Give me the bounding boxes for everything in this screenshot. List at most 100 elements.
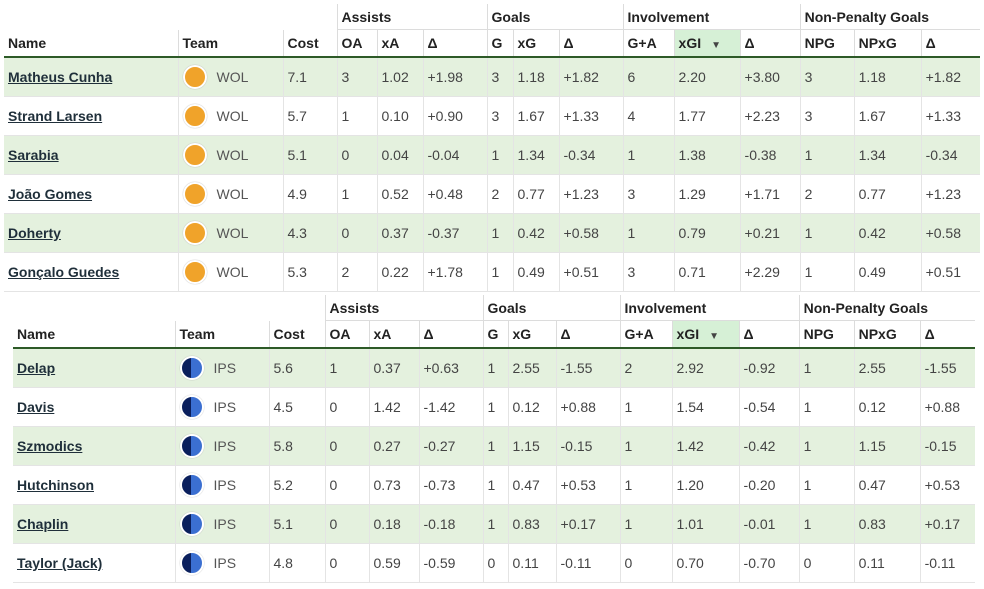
team-abbr: IPS bbox=[213, 360, 237, 376]
player-name-link[interactable]: Gonçalo Guedes bbox=[8, 264, 119, 280]
col-npxg[interactable]: NPxG bbox=[853, 29, 922, 58]
xgi-cell: 1.54 bbox=[671, 387, 740, 427]
team-abbr: IPS bbox=[213, 399, 237, 415]
npxg-cell: 1.34 bbox=[853, 135, 922, 175]
player-name-link[interactable]: Sarabia bbox=[8, 147, 59, 163]
xg-cell: 0.77 bbox=[512, 174, 560, 214]
group-involvement: Involvement bbox=[622, 4, 801, 30]
cost-cell: 5.6 bbox=[268, 348, 325, 388]
npxg-cell: 0.77 bbox=[853, 174, 922, 214]
col-involvement-delta[interactable]: Δ bbox=[738, 320, 800, 349]
col-xa[interactable]: xA bbox=[376, 29, 423, 58]
npg-delta-cell: +1.23 bbox=[920, 174, 981, 214]
player-name-cell: Taylor (Jack) bbox=[13, 543, 175, 583]
col-goals-delta[interactable]: Δ bbox=[555, 320, 621, 349]
g-cell: 1 bbox=[486, 213, 514, 253]
npg-cell: 1 bbox=[799, 135, 855, 175]
player-name-cell: João Gomes bbox=[4, 174, 178, 214]
xg-cell: 0.12 bbox=[507, 387, 557, 427]
col-xgi[interactable]: xGI ▼ bbox=[671, 320, 740, 349]
npg-delta-cell: +1.82 bbox=[920, 57, 981, 97]
col-ga[interactable]: G+A bbox=[619, 320, 673, 349]
table-row: João Gomes WOL 4.9 1 0.52 +0.48 2 0.77 +1.23 3 1.2… bbox=[4, 174, 981, 214]
col-xg[interactable]: xG bbox=[512, 29, 560, 58]
col-cost[interactable]: Cost bbox=[282, 29, 337, 58]
xg-cell: 1.34 bbox=[512, 135, 560, 175]
team-cell: IPS bbox=[174, 543, 269, 583]
xg-cell: 0.83 bbox=[507, 504, 557, 544]
col-involvement-delta[interactable]: Δ bbox=[739, 29, 801, 58]
ipswich-badge-icon bbox=[179, 512, 204, 536]
xg-cell: 1.18 bbox=[512, 57, 560, 97]
player-name-cell: Sarabia bbox=[4, 135, 178, 175]
npxg-cell: 1.18 bbox=[853, 57, 922, 97]
team-abbr: WOL bbox=[216, 69, 249, 85]
involvement-delta-cell: -0.54 bbox=[738, 387, 800, 427]
player-name-link[interactable]: Doherty bbox=[8, 225, 61, 241]
col-g[interactable]: G bbox=[482, 320, 509, 349]
col-xa[interactable]: xA bbox=[368, 320, 419, 349]
col-assists-delta[interactable]: Δ bbox=[422, 29, 488, 58]
oa-cell: 1 bbox=[324, 348, 369, 388]
oa-cell: 3 bbox=[336, 57, 377, 97]
player-name-link[interactable]: Taylor (Jack) bbox=[17, 555, 102, 571]
involvement-delta-cell: +1.71 bbox=[739, 174, 801, 214]
col-name[interactable]: Name bbox=[4, 29, 178, 58]
player-name-link[interactable]: João Gomes bbox=[8, 186, 92, 202]
player-name-link[interactable]: Davis bbox=[17, 399, 54, 415]
oa-cell: 1 bbox=[336, 96, 377, 136]
col-xg[interactable]: xG bbox=[507, 320, 557, 349]
col-assists-delta[interactable]: Δ bbox=[418, 320, 484, 349]
col-npg[interactable]: NPG bbox=[799, 29, 855, 58]
col-oa[interactable]: OA bbox=[324, 320, 369, 349]
xa-cell: 0.37 bbox=[368, 348, 419, 388]
npg-delta-cell: -0.34 bbox=[920, 135, 981, 175]
player-name-link[interactable]: Matheus Cunha bbox=[8, 69, 112, 85]
col-npxg[interactable]: NPxG bbox=[853, 320, 921, 349]
team-cell: WOL bbox=[177, 135, 283, 175]
team-abbr: IPS bbox=[213, 555, 237, 571]
table-row: Matheus Cunha WOL 7.1 3 1.02 +1.98 3 1.18 +1.82 6… bbox=[4, 57, 981, 97]
col-g[interactable]: G bbox=[486, 29, 514, 58]
ga-cell: 4 bbox=[622, 96, 675, 136]
ga-cell: 1 bbox=[619, 426, 673, 466]
player-name-link[interactable]: Szmodics bbox=[17, 438, 82, 454]
xgi-cell: 1.42 bbox=[671, 426, 740, 466]
col-oa[interactable]: OA bbox=[336, 29, 377, 58]
npg-cell: 1 bbox=[798, 387, 855, 427]
player-name-link[interactable]: Delap bbox=[17, 360, 55, 376]
xgi-cell: 1.77 bbox=[673, 96, 741, 136]
ipswich-badge-icon bbox=[179, 551, 204, 575]
oa-cell: 0 bbox=[324, 504, 369, 544]
player-name-link[interactable]: Hutchinson bbox=[17, 477, 94, 493]
g-cell: 1 bbox=[482, 426, 509, 466]
xgi-cell: 2.20 bbox=[673, 57, 741, 97]
team-cell: WOL bbox=[177, 57, 283, 97]
col-cost[interactable]: Cost bbox=[268, 320, 325, 349]
g-cell: 2 bbox=[486, 174, 514, 214]
table-row: Delap IPS 5.6 1 0.37 +0.63 1 2.55 -1.55 2 2.92 -0.9… bbox=[13, 348, 976, 388]
col-goals-delta[interactable]: Δ bbox=[558, 29, 624, 58]
cost-cell: 5.1 bbox=[268, 504, 325, 544]
group-spacer bbox=[4, 4, 337, 30]
table-row: Taylor (Jack) IPS 4.8 0 0.59 -0.59 0 0.11 -0.11 0… bbox=[13, 543, 976, 583]
assists-delta-cell: -0.37 bbox=[422, 213, 488, 253]
col-npg[interactable]: NPG bbox=[798, 320, 855, 349]
col-npg-delta[interactable]: Δ bbox=[919, 320, 976, 349]
col-team[interactable]: Team bbox=[174, 320, 269, 349]
player-name-cell: Davis bbox=[13, 387, 175, 427]
col-ga[interactable]: G+A bbox=[622, 29, 675, 58]
wol-stats-table: Assists Goals Involvement Non-Penalty Go… bbox=[4, 4, 981, 292]
g-cell: 1 bbox=[486, 252, 514, 292]
col-team[interactable]: Team bbox=[177, 29, 283, 58]
col-name[interactable]: Name bbox=[13, 320, 175, 349]
col-xgi[interactable]: xGI ▼ bbox=[673, 29, 741, 58]
player-name-link[interactable]: Chaplin bbox=[17, 516, 68, 532]
cost-cell: 5.1 bbox=[282, 135, 337, 175]
xgi-cell: 1.20 bbox=[671, 465, 740, 505]
goals-delta-cell: -1.55 bbox=[555, 348, 621, 388]
g-cell: 3 bbox=[486, 96, 514, 136]
col-npg-delta[interactable]: Δ bbox=[920, 29, 981, 58]
player-name-link[interactable]: Strand Larsen bbox=[8, 108, 102, 124]
team-cell: WOL bbox=[177, 213, 283, 253]
